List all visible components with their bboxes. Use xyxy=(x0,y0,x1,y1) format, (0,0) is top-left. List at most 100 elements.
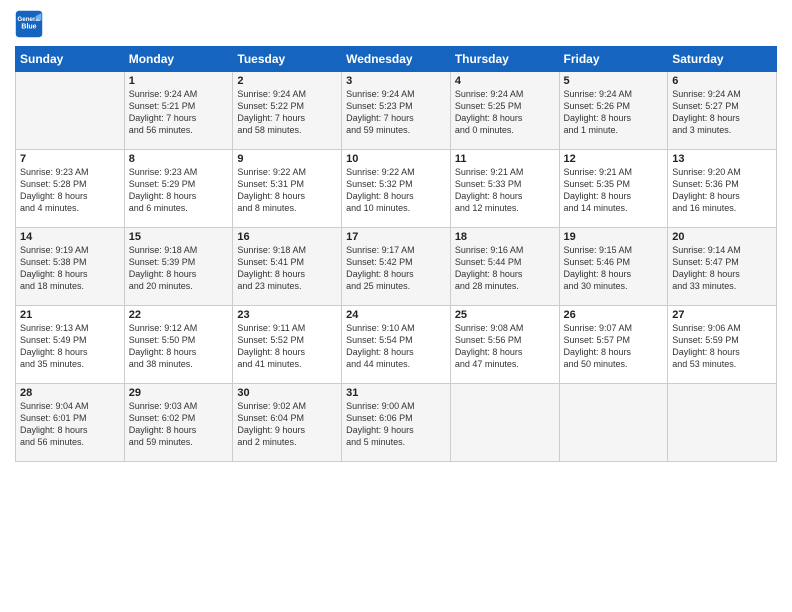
day-info: Sunrise: 9:21 AM Sunset: 5:35 PM Dayligh… xyxy=(564,166,664,215)
day-number: 19 xyxy=(564,231,664,243)
day-info: Sunrise: 9:24 AM Sunset: 5:23 PM Dayligh… xyxy=(346,88,446,137)
calendar-cell: 28Sunrise: 9:04 AM Sunset: 6:01 PM Dayli… xyxy=(16,384,125,462)
calendar-table: SundayMondayTuesdayWednesdayThursdayFrid… xyxy=(15,46,777,462)
day-info: Sunrise: 9:22 AM Sunset: 5:32 PM Dayligh… xyxy=(346,166,446,215)
calendar-cell: 22Sunrise: 9:12 AM Sunset: 5:50 PM Dayli… xyxy=(124,306,233,384)
day-number: 13 xyxy=(672,153,772,165)
calendar-cell xyxy=(450,384,559,462)
calendar-cell: 2Sunrise: 9:24 AM Sunset: 5:22 PM Daylig… xyxy=(233,72,342,150)
day-info: Sunrise: 9:24 AM Sunset: 5:22 PM Dayligh… xyxy=(237,88,337,137)
day-info: Sunrise: 9:04 AM Sunset: 6:01 PM Dayligh… xyxy=(20,400,120,449)
day-info: Sunrise: 9:14 AM Sunset: 5:47 PM Dayligh… xyxy=(672,244,772,293)
day-info: Sunrise: 9:15 AM Sunset: 5:46 PM Dayligh… xyxy=(564,244,664,293)
calendar-cell: 18Sunrise: 9:16 AM Sunset: 5:44 PM Dayli… xyxy=(450,228,559,306)
day-number: 27 xyxy=(672,309,772,321)
calendar-cell: 12Sunrise: 9:21 AM Sunset: 5:35 PM Dayli… xyxy=(559,150,668,228)
day-number: 15 xyxy=(129,231,229,243)
svg-text:Blue: Blue xyxy=(21,24,36,31)
day-number: 28 xyxy=(20,387,120,399)
calendar-cell: 11Sunrise: 9:21 AM Sunset: 5:33 PM Dayli… xyxy=(450,150,559,228)
calendar-cell: 20Sunrise: 9:14 AM Sunset: 5:47 PM Dayli… xyxy=(668,228,777,306)
day-info: Sunrise: 9:22 AM Sunset: 5:31 PM Dayligh… xyxy=(237,166,337,215)
calendar-header-cell: Wednesday xyxy=(342,47,451,72)
day-info: Sunrise: 9:10 AM Sunset: 5:54 PM Dayligh… xyxy=(346,322,446,371)
calendar-cell: 27Sunrise: 9:06 AM Sunset: 5:59 PM Dayli… xyxy=(668,306,777,384)
calendar-cell: 16Sunrise: 9:18 AM Sunset: 5:41 PM Dayli… xyxy=(233,228,342,306)
calendar-cell: 14Sunrise: 9:19 AM Sunset: 5:38 PM Dayli… xyxy=(16,228,125,306)
day-info: Sunrise: 9:24 AM Sunset: 5:27 PM Dayligh… xyxy=(672,88,772,137)
day-number: 17 xyxy=(346,231,446,243)
day-number: 29 xyxy=(129,387,229,399)
day-info: Sunrise: 9:07 AM Sunset: 5:57 PM Dayligh… xyxy=(564,322,664,371)
calendar-cell: 19Sunrise: 9:15 AM Sunset: 5:46 PM Dayli… xyxy=(559,228,668,306)
day-number: 18 xyxy=(455,231,555,243)
day-number: 31 xyxy=(346,387,446,399)
day-number: 16 xyxy=(237,231,337,243)
day-info: Sunrise: 9:13 AM Sunset: 5:49 PM Dayligh… xyxy=(20,322,120,371)
calendar-cell: 6Sunrise: 9:24 AM Sunset: 5:27 PM Daylig… xyxy=(668,72,777,150)
calendar-cell: 26Sunrise: 9:07 AM Sunset: 5:57 PM Dayli… xyxy=(559,306,668,384)
day-number: 25 xyxy=(455,309,555,321)
day-info: Sunrise: 9:23 AM Sunset: 5:28 PM Dayligh… xyxy=(20,166,120,215)
calendar-cell: 5Sunrise: 9:24 AM Sunset: 5:26 PM Daylig… xyxy=(559,72,668,150)
logo: General Blue xyxy=(15,10,47,38)
day-number: 8 xyxy=(129,153,229,165)
day-number: 9 xyxy=(237,153,337,165)
calendar-cell: 24Sunrise: 9:10 AM Sunset: 5:54 PM Dayli… xyxy=(342,306,451,384)
day-number: 14 xyxy=(20,231,120,243)
calendar-header-cell: Friday xyxy=(559,47,668,72)
day-info: Sunrise: 9:21 AM Sunset: 5:33 PM Dayligh… xyxy=(455,166,555,215)
calendar-cell: 30Sunrise: 9:02 AM Sunset: 6:04 PM Dayli… xyxy=(233,384,342,462)
calendar-header-cell: Monday xyxy=(124,47,233,72)
calendar-week-row: 1Sunrise: 9:24 AM Sunset: 5:21 PM Daylig… xyxy=(16,72,777,150)
day-number: 4 xyxy=(455,75,555,87)
calendar-header-cell: Tuesday xyxy=(233,47,342,72)
calendar-week-row: 7Sunrise: 9:23 AM Sunset: 5:28 PM Daylig… xyxy=(16,150,777,228)
day-info: Sunrise: 9:19 AM Sunset: 5:38 PM Dayligh… xyxy=(20,244,120,293)
calendar-week-row: 28Sunrise: 9:04 AM Sunset: 6:01 PM Dayli… xyxy=(16,384,777,462)
day-number: 26 xyxy=(564,309,664,321)
calendar-cell xyxy=(16,72,125,150)
day-number: 1 xyxy=(129,75,229,87)
day-number: 2 xyxy=(237,75,337,87)
day-info: Sunrise: 9:08 AM Sunset: 5:56 PM Dayligh… xyxy=(455,322,555,371)
calendar-cell: 10Sunrise: 9:22 AM Sunset: 5:32 PM Dayli… xyxy=(342,150,451,228)
calendar-cell: 17Sunrise: 9:17 AM Sunset: 5:42 PM Dayli… xyxy=(342,228,451,306)
calendar-cell: 8Sunrise: 9:23 AM Sunset: 5:29 PM Daylig… xyxy=(124,150,233,228)
calendar-cell: 29Sunrise: 9:03 AM Sunset: 6:02 PM Dayli… xyxy=(124,384,233,462)
day-info: Sunrise: 9:12 AM Sunset: 5:50 PM Dayligh… xyxy=(129,322,229,371)
calendar-cell: 1Sunrise: 9:24 AM Sunset: 5:21 PM Daylig… xyxy=(124,72,233,150)
day-info: Sunrise: 9:23 AM Sunset: 5:29 PM Dayligh… xyxy=(129,166,229,215)
day-info: Sunrise: 9:03 AM Sunset: 6:02 PM Dayligh… xyxy=(129,400,229,449)
calendar-cell: 25Sunrise: 9:08 AM Sunset: 5:56 PM Dayli… xyxy=(450,306,559,384)
logo-icon: General Blue xyxy=(15,10,43,38)
calendar-week-row: 14Sunrise: 9:19 AM Sunset: 5:38 PM Dayli… xyxy=(16,228,777,306)
day-info: Sunrise: 9:18 AM Sunset: 5:41 PM Dayligh… xyxy=(237,244,337,293)
calendar-cell xyxy=(559,384,668,462)
calendar-header-row: SundayMondayTuesdayWednesdayThursdayFrid… xyxy=(16,47,777,72)
day-number: 30 xyxy=(237,387,337,399)
day-number: 3 xyxy=(346,75,446,87)
calendar-header-cell: Saturday xyxy=(668,47,777,72)
page-container: General Blue SundayMondayTuesdayWednesda… xyxy=(0,0,792,472)
calendar-cell: 31Sunrise: 9:00 AM Sunset: 6:06 PM Dayli… xyxy=(342,384,451,462)
calendar-cell xyxy=(668,384,777,462)
calendar-cell: 3Sunrise: 9:24 AM Sunset: 5:23 PM Daylig… xyxy=(342,72,451,150)
header: General Blue xyxy=(15,10,777,38)
calendar-cell: 9Sunrise: 9:22 AM Sunset: 5:31 PM Daylig… xyxy=(233,150,342,228)
day-number: 6 xyxy=(672,75,772,87)
day-number: 7 xyxy=(20,153,120,165)
day-number: 21 xyxy=(20,309,120,321)
day-info: Sunrise: 9:18 AM Sunset: 5:39 PM Dayligh… xyxy=(129,244,229,293)
day-number: 5 xyxy=(564,75,664,87)
calendar-cell: 15Sunrise: 9:18 AM Sunset: 5:39 PM Dayli… xyxy=(124,228,233,306)
day-number: 24 xyxy=(346,309,446,321)
day-info: Sunrise: 9:16 AM Sunset: 5:44 PM Dayligh… xyxy=(455,244,555,293)
day-number: 20 xyxy=(672,231,772,243)
calendar-cell: 4Sunrise: 9:24 AM Sunset: 5:25 PM Daylig… xyxy=(450,72,559,150)
day-info: Sunrise: 9:11 AM Sunset: 5:52 PM Dayligh… xyxy=(237,322,337,371)
calendar-header-cell: Sunday xyxy=(16,47,125,72)
day-number: 11 xyxy=(455,153,555,165)
day-info: Sunrise: 9:17 AM Sunset: 5:42 PM Dayligh… xyxy=(346,244,446,293)
day-info: Sunrise: 9:24 AM Sunset: 5:26 PM Dayligh… xyxy=(564,88,664,137)
